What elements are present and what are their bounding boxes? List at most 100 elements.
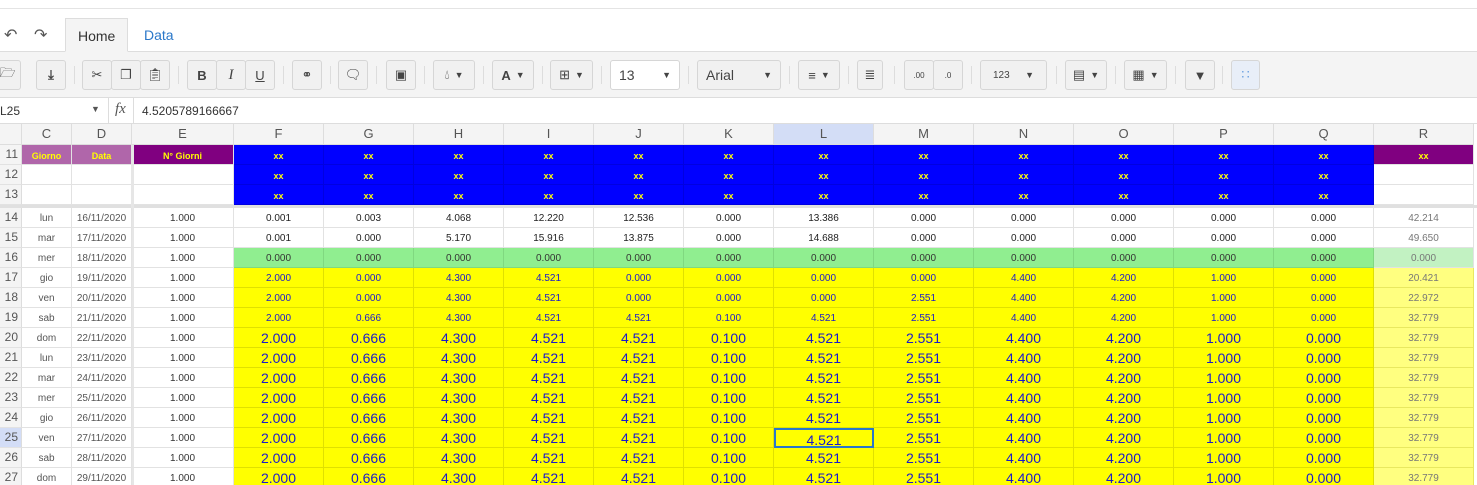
row-header-24[interactable]: 24 [0, 408, 22, 428]
cell-D26[interactable]: 28/11/2020 [72, 448, 132, 468]
cell-D17[interactable]: 19/11/2020 [72, 268, 132, 288]
cell-C17[interactable]: gio [22, 268, 72, 288]
cell-H19[interactable]: 4.300 [414, 308, 504, 328]
cell-M17[interactable]: 0.000 [874, 268, 974, 288]
cell-R25[interactable]: 32.779 [1374, 428, 1474, 448]
cell-M16[interactable]: 0.000 [874, 248, 974, 268]
row-header-18[interactable]: 18 [0, 288, 22, 308]
cell-N12[interactable]: xx [974, 165, 1074, 185]
cell-P23[interactable]: 1.000 [1174, 388, 1274, 408]
cell-O14[interactable]: 0.000 [1074, 208, 1174, 228]
cell-I26[interactable]: 4.521 [504, 448, 594, 468]
cell-L26[interactable]: 4.521 [774, 448, 874, 468]
cell-H13[interactable]: xx [414, 185, 504, 205]
number-format-select[interactable]: 123 ▼ [980, 60, 1047, 90]
cell-I23[interactable]: 4.521 [504, 388, 594, 408]
cell-M24[interactable]: 2.551 [874, 408, 974, 428]
cell-I19[interactable]: 4.521 [504, 308, 594, 328]
cell-I13[interactable]: xx [504, 185, 594, 205]
cell-F23[interactable]: 2.000 [234, 388, 324, 408]
cell-D24[interactable]: 26/11/2020 [72, 408, 132, 428]
cell-D14[interactable]: 16/11/2020 [72, 208, 132, 228]
cell-N11[interactable]: xx [974, 145, 1074, 165]
borders-button[interactable]: ⊞ ▼ [550, 60, 593, 90]
column-header-O[interactable]: O [1074, 124, 1174, 145]
row-header-26[interactable]: 26 [0, 448, 22, 468]
cell-F24[interactable]: 2.000 [234, 408, 324, 428]
redo-icon[interactable]: ↷ [34, 25, 47, 45]
cell-M20[interactable]: 2.551 [874, 328, 974, 348]
cell-E14[interactable]: 1.000 [132, 208, 234, 228]
cell-R15[interactable]: 49.650 [1374, 228, 1474, 248]
cell-H27[interactable]: 4.300 [414, 468, 504, 485]
cell-N20[interactable]: 4.400 [974, 328, 1074, 348]
cell-D15[interactable]: 17/11/2020 [72, 228, 132, 248]
cell-Q27[interactable]: 0.000 [1274, 468, 1374, 485]
cell-L27[interactable]: 4.521 [774, 468, 874, 485]
cell-C21[interactable]: lun [22, 348, 72, 368]
cell-K13[interactable]: xx [684, 185, 774, 205]
cell-G15[interactable]: 0.000 [324, 228, 414, 248]
cell-F20[interactable]: 2.000 [234, 328, 324, 348]
cell-R20[interactable]: 32.779 [1374, 328, 1474, 348]
cell-E23[interactable]: 1.000 [132, 388, 234, 408]
row-header-11[interactable]: 11 [0, 145, 22, 165]
cell-Q11[interactable]: xx [1274, 145, 1374, 165]
cell-D27[interactable]: 29/11/2020 [72, 468, 132, 485]
cell-I21[interactable]: 4.521 [504, 348, 594, 368]
cell-C11[interactable]: Giorno [22, 145, 72, 165]
cell-O13[interactable]: xx [1074, 185, 1174, 205]
cell-P15[interactable]: 0.000 [1174, 228, 1274, 248]
cell-P14[interactable]: 0.000 [1174, 208, 1274, 228]
cell-Q14[interactable]: 0.000 [1274, 208, 1374, 228]
cell-M23[interactable]: 2.551 [874, 388, 974, 408]
cell-J24[interactable]: 4.521 [594, 408, 684, 428]
cell-R12[interactable] [1374, 165, 1474, 185]
undo-icon[interactable]: ↶ [4, 25, 17, 45]
cell-C23[interactable]: mer [22, 388, 72, 408]
cell-M25[interactable]: 2.551 [874, 428, 974, 448]
cell-J16[interactable]: 0.000 [594, 248, 684, 268]
cell-H26[interactable]: 4.300 [414, 448, 504, 468]
cell-H17[interactable]: 4.300 [414, 268, 504, 288]
row-header-12[interactable]: 12 [0, 165, 22, 185]
cell-L12[interactable]: xx [774, 165, 874, 185]
cell-K11[interactable]: xx [684, 145, 774, 165]
cell-R24[interactable]: 32.779 [1374, 408, 1474, 428]
column-header-R[interactable]: R [1374, 124, 1474, 145]
cell-P12[interactable]: xx [1174, 165, 1274, 185]
cell-J19[interactable]: 4.521 [594, 308, 684, 328]
cell-P19[interactable]: 1.000 [1174, 308, 1274, 328]
cell-E11[interactable]: N° Giorni [132, 145, 234, 165]
cell-G18[interactable]: 0.000 [324, 288, 414, 308]
row-header-23[interactable]: 23 [0, 388, 22, 408]
cell-M18[interactable]: 2.551 [874, 288, 974, 308]
cell-P17[interactable]: 1.000 [1174, 268, 1274, 288]
cell-E16[interactable]: 1.000 [132, 248, 234, 268]
cell-H21[interactable]: 4.300 [414, 348, 504, 368]
cell-D23[interactable]: 25/11/2020 [72, 388, 132, 408]
cell-K19[interactable]: 0.100 [684, 308, 774, 328]
cell-H23[interactable]: 4.300 [414, 388, 504, 408]
font-family-select[interactable]: Arial ▼ [697, 60, 781, 90]
cell-L13[interactable]: xx [774, 185, 874, 205]
cell-F18[interactable]: 2.000 [234, 288, 324, 308]
column-header-E[interactable]: E [132, 124, 234, 145]
cell-R21[interactable]: 32.779 [1374, 348, 1474, 368]
cell-M15[interactable]: 0.000 [874, 228, 974, 248]
cell-H18[interactable]: 4.300 [414, 288, 504, 308]
cell-E15[interactable]: 1.000 [132, 228, 234, 248]
cell-N27[interactable]: 4.400 [974, 468, 1074, 485]
column-header-K[interactable]: K [684, 124, 774, 145]
cell-C12[interactable] [22, 165, 72, 185]
tab-data[interactable]: Data [132, 18, 186, 52]
cell-O27[interactable]: 4.200 [1074, 468, 1174, 485]
cell-G26[interactable]: 0.666 [324, 448, 414, 468]
cell-E24[interactable]: 1.000 [132, 408, 234, 428]
cell-K20[interactable]: 0.100 [684, 328, 774, 348]
tab-home[interactable]: Home [65, 18, 129, 52]
cell-O11[interactable]: xx [1074, 145, 1174, 165]
cell-Q24[interactable]: 0.000 [1274, 408, 1374, 428]
cell-G21[interactable]: 0.666 [324, 348, 414, 368]
cell-D19[interactable]: 21/11/2020 [72, 308, 132, 328]
